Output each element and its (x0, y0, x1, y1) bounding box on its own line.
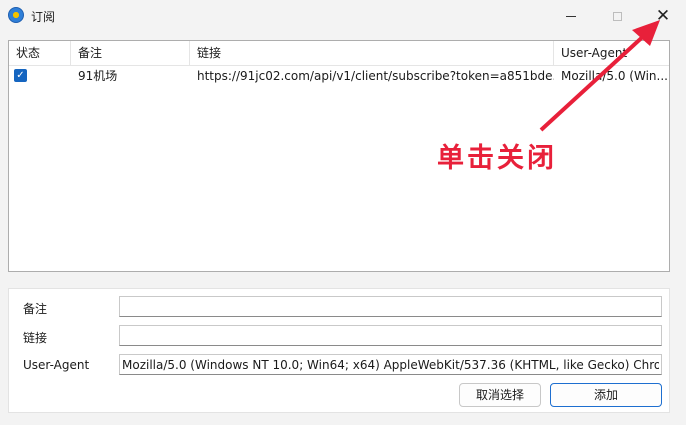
link-label: 链接 (23, 331, 48, 345)
maximize-icon (612, 11, 622, 21)
status-cell[interactable]: ✓ (9, 65, 71, 87)
table-row[interactable]: ✓ 91机场 https://91jc02.com/api/v1/client/… (9, 65, 669, 87)
window-title: 订阅 (31, 10, 56, 24)
edit-form: 备注 链接 User-Agent 取消选择 添加 (8, 288, 670, 413)
close-button[interactable]: ✕ (640, 0, 686, 32)
minimize-button[interactable] (548, 0, 594, 32)
link-input[interactable] (119, 325, 662, 346)
link-cell: https://91jc02.com/api/v1/client/subscri… (197, 69, 554, 83)
column-header-user-agent[interactable]: User-Agent (554, 41, 669, 65)
enabled-checkbox[interactable]: ✓ (14, 69, 27, 82)
list-header: 状态 备注 链接 User-Agent (9, 41, 669, 66)
user-agent-input[interactable] (119, 354, 662, 375)
title-bar: 订阅 ✕ (0, 0, 686, 32)
user-agent-cell: Mozilla/5.0 (Win... (561, 69, 668, 83)
column-header-note[interactable]: 备注 (71, 41, 190, 65)
subscription-list[interactable]: 状态 备注 链接 User-Agent ✓ 91机场 https://91jc0… (8, 40, 670, 272)
close-icon: ✕ (655, 5, 671, 26)
note-input[interactable] (119, 296, 662, 317)
app-icon (8, 7, 24, 23)
add-button[interactable]: 添加 (550, 383, 662, 407)
minimize-icon (566, 15, 576, 17)
note-label: 备注 (23, 302, 48, 316)
note-cell: 91机场 (78, 69, 118, 83)
column-header-status[interactable]: 状态 (9, 41, 71, 65)
maximize-button[interactable] (594, 0, 640, 32)
user-agent-label: User-Agent (23, 358, 90, 372)
annotation-text: 单击关闭 (437, 143, 557, 174)
deselect-button[interactable]: 取消选择 (459, 383, 541, 407)
column-header-link[interactable]: 链接 (190, 41, 554, 65)
